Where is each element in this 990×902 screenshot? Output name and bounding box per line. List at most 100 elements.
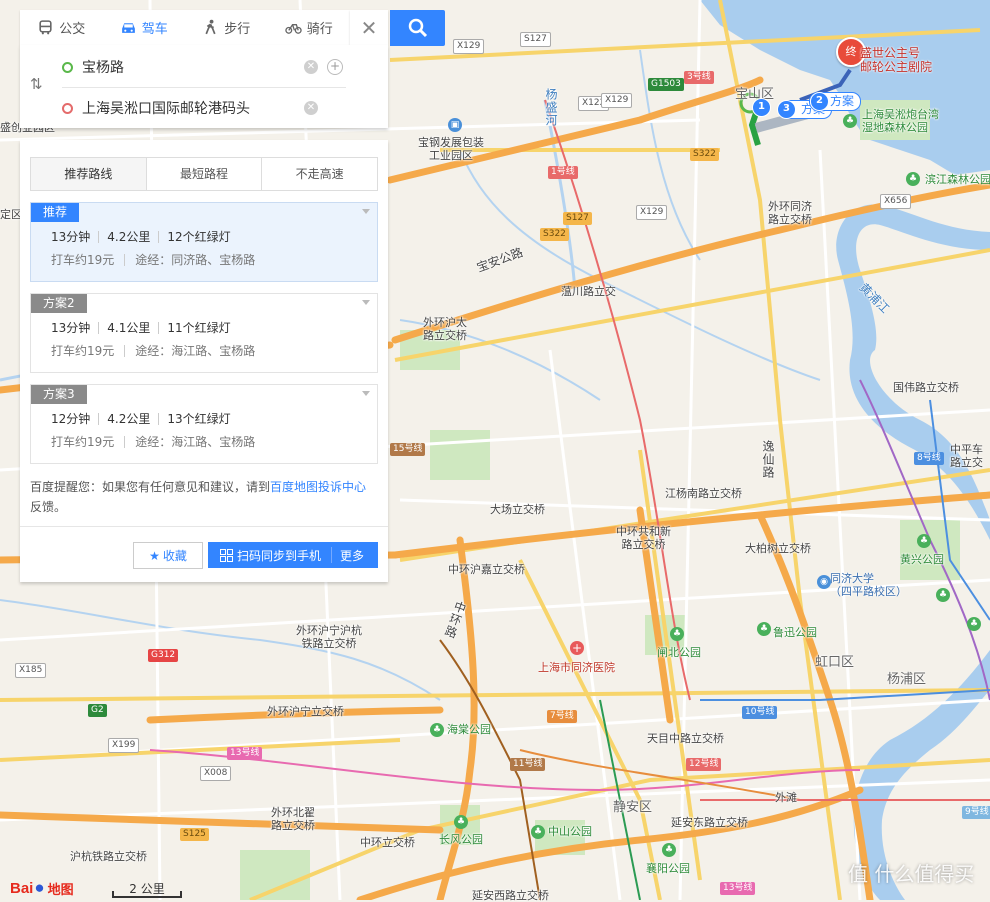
- route-preference-tabs: 推荐路线 最短路程 不走高速: [30, 157, 378, 191]
- mode-bus-label: 公交: [59, 22, 86, 37]
- road-badge: X656: [880, 194, 912, 209]
- route-taxi-fare: 打车约19元: [51, 435, 115, 449]
- add-waypoint-icon[interactable]: +: [327, 59, 343, 75]
- chevron-down-icon[interactable]: [362, 300, 370, 305]
- route-marker-1[interactable]: 1: [752, 98, 771, 117]
- more-button[interactable]: 更多: [332, 547, 364, 564]
- route-time: 13分钟: [51, 230, 91, 244]
- favorite-button[interactable]: ★ 收藏: [133, 542, 203, 569]
- metro-badge: 3号线: [684, 71, 714, 84]
- clear-destination-icon[interactable]: ✕: [304, 101, 318, 115]
- map-label-district: 虹口区: [815, 655, 855, 670]
- route-lights: 11个红绿灯: [158, 322, 238, 334]
- road-badge: S322: [690, 148, 719, 161]
- route-time: 13分钟: [51, 321, 91, 335]
- map-label-interchange: 中平车 路立交: [950, 443, 983, 469]
- bike-icon: [285, 24, 302, 34]
- route-plan-label-text: 方案: [830, 94, 855, 108]
- mode-car[interactable]: 驾车: [103, 10, 186, 45]
- star-icon: ★: [149, 548, 160, 563]
- route-details: 打车约19元 途经：海江路、宝杨路: [51, 345, 265, 357]
- close-icon[interactable]: ✕: [350, 10, 388, 45]
- mode-bike[interactable]: 骑行: [268, 10, 351, 45]
- sync-to-phone-button[interactable]: 扫码同步到手机 更多: [208, 542, 378, 568]
- tab-shortest[interactable]: 最短路程: [147, 158, 263, 190]
- road-badge: S127: [520, 32, 551, 47]
- route-via: 途经：同济路、宝杨路: [124, 254, 265, 266]
- tab-no-highway[interactable]: 不走高速: [262, 158, 377, 190]
- mode-bus[interactable]: 公交: [20, 10, 103, 45]
- map-label-interchange: 外环同济 路立交桥: [768, 200, 812, 226]
- park-icon: ♣: [967, 617, 981, 631]
- action-bar: ★ 收藏 扫码同步到手机 更多: [20, 526, 388, 569]
- tab-recommended[interactable]: 推荐路线: [31, 158, 147, 190]
- mode-walk[interactable]: 步行: [185, 10, 268, 45]
- park-icon: ♣: [670, 627, 684, 641]
- university-icon: ◉: [817, 575, 831, 589]
- park-icon: ♣: [843, 114, 857, 128]
- origin-input[interactable]: [82, 59, 312, 75]
- complaint-center-link[interactable]: 百度地图投诉中心: [270, 480, 366, 494]
- map-label-district: 杨浦区: [887, 672, 927, 687]
- road-badge: X129: [601, 93, 633, 108]
- metro-badge: 1号线: [548, 166, 578, 179]
- map-label-interchange: 延安东路立交桥: [671, 816, 748, 829]
- watermark: 值 什么值得买: [848, 862, 975, 886]
- car-icon: [121, 23, 135, 33]
- metro-badge: 9号线: [962, 806, 990, 819]
- park-icon: ♣: [906, 172, 920, 186]
- route-tag: 推荐: [31, 203, 80, 222]
- industrial-icon: ▣: [448, 118, 462, 132]
- sync-button-main[interactable]: 扫码同步到手机: [208, 547, 333, 563]
- map-label-interchange: 中环共和新 路立交桥: [616, 525, 671, 551]
- road-badge: X129: [453, 39, 485, 54]
- logo-text: Bai: [10, 879, 34, 897]
- route-marker-2[interactable]: 2: [810, 92, 829, 111]
- road-badge: G312: [148, 649, 179, 662]
- map-label-interchange: 外环北翟 路立交桥: [271, 806, 315, 832]
- end-name-line1: 盛世公主号: [860, 46, 921, 60]
- route-taxi-fare: 打车约19元: [51, 344, 115, 358]
- route-card[interactable]: 推荐 13分钟 4.2公里 12个红绿灯 打车约19元 途经：同济路、宝杨路: [30, 202, 378, 282]
- metro-badge: 12号线: [686, 758, 722, 771]
- metro-badge: 13号线: [720, 882, 756, 895]
- bus-icon: [39, 20, 52, 35]
- origin-row: ✕ +: [62, 47, 346, 87]
- route-distance: 4.1公里: [98, 322, 158, 334]
- map-label-hospital: 上海市同济医院: [538, 661, 615, 674]
- route-summary: 12分钟 4.2公里 13个红绿灯: [51, 413, 239, 425]
- map-label-landmark: 外滩: [775, 791, 797, 804]
- route-card[interactable]: 方案3 12分钟 4.2公里 13个红绿灯 打车约19元 途经：海江路、宝杨路: [30, 384, 378, 464]
- search-button[interactable]: [390, 10, 445, 46]
- route-distance: 4.2公里: [98, 231, 158, 243]
- metro-badge: 10号线: [742, 706, 778, 719]
- map-label-interchange: 蕰川路立交: [561, 285, 616, 298]
- map-label-interchange: 天目中路立交桥: [647, 732, 724, 745]
- route-details: 打车约19元 途经：同济路、宝杨路: [51, 254, 265, 266]
- metro-badge: 11号线: [510, 758, 546, 771]
- map-label-park: 海棠公园: [447, 723, 491, 736]
- hospital-icon: +: [570, 641, 584, 655]
- chevron-down-icon[interactable]: [362, 209, 370, 214]
- swap-icon[interactable]: ⇅: [30, 75, 43, 93]
- route-via: 途经：海江路、宝杨路: [124, 345, 265, 357]
- map-label-park: 滨江森林公园: [925, 173, 990, 186]
- park-icon: ♣: [662, 843, 676, 857]
- map-label-area: 定区: [0, 208, 22, 221]
- chevron-down-icon[interactable]: [362, 391, 370, 396]
- route-card[interactable]: 方案2 13分钟 4.1公里 11个红绿灯 打车约19元 途经：海江路、宝杨路: [30, 293, 378, 373]
- road-badge: X185: [15, 663, 47, 678]
- map-label-park: 上海吴淞炮台湾 湿地森林公园: [862, 108, 939, 134]
- map-label-interchange: 国伟路立交桥: [893, 381, 959, 394]
- route-inputs: ⇅ ✕ + ✕: [20, 45, 388, 128]
- metro-badge: 15号线: [390, 443, 426, 456]
- walk-icon: [205, 19, 216, 35]
- park-icon: ♣: [917, 534, 931, 548]
- route-marker-3[interactable]: 3: [777, 100, 796, 119]
- clear-origin-icon[interactable]: ✕: [304, 60, 318, 74]
- destination-row: ✕: [62, 88, 346, 128]
- road-badge: X008: [200, 766, 232, 781]
- park-icon: ♣: [430, 723, 444, 737]
- paw-icon: ●: [34, 878, 45, 897]
- destination-input[interactable]: [82, 100, 312, 116]
